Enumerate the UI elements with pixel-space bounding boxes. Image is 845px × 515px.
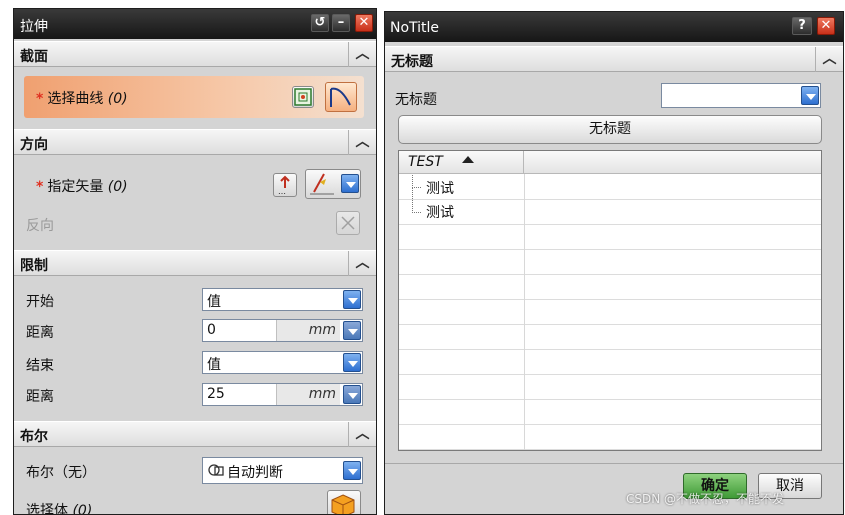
direction-header-label: 方向 (20, 137, 48, 153)
direction-header[interactable]: 方向 ︿ (14, 129, 376, 155)
chevron-down-icon[interactable] (801, 86, 819, 105)
end-label: 结束 (26, 358, 54, 374)
boolean-select[interactable]: 自动判断 (202, 457, 363, 484)
watermark: CSDN @不做不忍，不能不发 (626, 492, 785, 506)
group-header[interactable]: 无标题 ︿ (385, 46, 843, 72)
boolean-none-label: 布尔（无） (26, 465, 96, 481)
collapse-icon[interactable]: ︿ (348, 130, 376, 155)
vector-type-icon[interactable] (305, 169, 361, 199)
section-header[interactable]: 截面 ︿ (14, 41, 376, 67)
limits-header-label: 限制 (20, 258, 48, 274)
chevron-down-icon[interactable] (343, 385, 361, 404)
help-icon[interactable]: ? (792, 17, 812, 35)
end-distance-label: 距离 (26, 389, 54, 405)
select-curve-label: * 选择曲线 (0) (36, 91, 128, 107)
boolean-header[interactable]: 布尔 ︿ (14, 421, 376, 447)
column-divider (524, 174, 525, 450)
select-body-label: 选择体 (0) (26, 503, 93, 515)
reverse-label: 反向 (26, 218, 54, 234)
untitled-select[interactable] (661, 83, 821, 108)
chevron-down-icon[interactable] (343, 290, 361, 309)
section-header-label: 截面 (20, 49, 48, 65)
table-header: TEST (399, 151, 821, 174)
extrude-title: 拉伸 (20, 19, 48, 35)
start-label: 开始 (26, 294, 54, 310)
notitle-title: NoTitle (390, 20, 440, 36)
limits-header[interactable]: 限制 ︿ (14, 250, 376, 276)
extrude-titlebar: 拉伸 ↺ – ✕ (14, 9, 376, 39)
close-icon[interactable]: ✕ (817, 17, 835, 35)
close-icon[interactable]: ✕ (355, 14, 373, 32)
sketch-section-icon[interactable] (292, 86, 314, 108)
minimize-icon[interactable]: – (332, 14, 350, 32)
specify-vector-label: * 指定矢量 (0) (36, 179, 128, 195)
collapse-icon[interactable]: ︿ (348, 422, 376, 447)
curve-select-icon[interactable] (325, 82, 357, 112)
group-header-label: 无标题 (391, 54, 433, 70)
select-curve-row[interactable]: * 选择曲线 (0) (24, 76, 364, 118)
tree-table[interactable]: TEST 测试 测试 (398, 150, 822, 451)
column-header-test[interactable]: TEST (399, 151, 524, 174)
end-distance-input[interactable]: 25 mm (202, 383, 363, 406)
sort-ascending-icon (462, 156, 474, 163)
collapse-icon[interactable]: ︿ (348, 251, 376, 276)
chevron-down-icon[interactable] (343, 353, 361, 372)
notitle-dialog: NoTitle ? ✕ 无标题 ︿ 无标题 无标题 TEST 测试 测试 确定 … (384, 11, 844, 515)
untitled-button[interactable]: 无标题 (398, 115, 822, 144)
chevron-down-icon[interactable] (343, 321, 361, 340)
reverse-direction-icon[interactable] (336, 211, 360, 235)
table-row[interactable]: 测试 (399, 188, 821, 225)
collapse-icon[interactable]: ︿ (348, 42, 376, 67)
body-select-icon[interactable] (327, 490, 361, 514)
end-select[interactable]: 值 (202, 351, 363, 374)
tree-line-icon (412, 175, 421, 188)
reset-icon[interactable]: ↺ (311, 14, 329, 32)
vector-dialog-icon[interactable]: … (273, 173, 297, 197)
table-row[interactable]: 测试 (399, 175, 821, 200)
bottom-separator (385, 463, 843, 464)
vector-type-dropdown[interactable] (341, 174, 359, 193)
tree-line-icon (412, 188, 421, 213)
extrude-dialog: 拉伸 ↺ – ✕ 截面 ︿ * 选择曲线 (0) 方向 ︿ * 指定矢量 (0) …… (13, 8, 377, 515)
start-distance-label: 距离 (26, 325, 54, 341)
svg-text:…: … (278, 187, 286, 196)
start-distance-input[interactable]: 0 mm (202, 319, 363, 342)
start-select[interactable]: 值 (202, 288, 363, 311)
collapse-icon[interactable]: ︿ (815, 47, 843, 72)
field-label: 无标题 (395, 92, 437, 108)
boolean-header-label: 布尔 (20, 429, 48, 445)
chevron-down-icon[interactable] (343, 461, 361, 480)
notitle-titlebar: NoTitle ? ✕ (385, 12, 843, 42)
boolean-auto-icon (207, 461, 225, 483)
